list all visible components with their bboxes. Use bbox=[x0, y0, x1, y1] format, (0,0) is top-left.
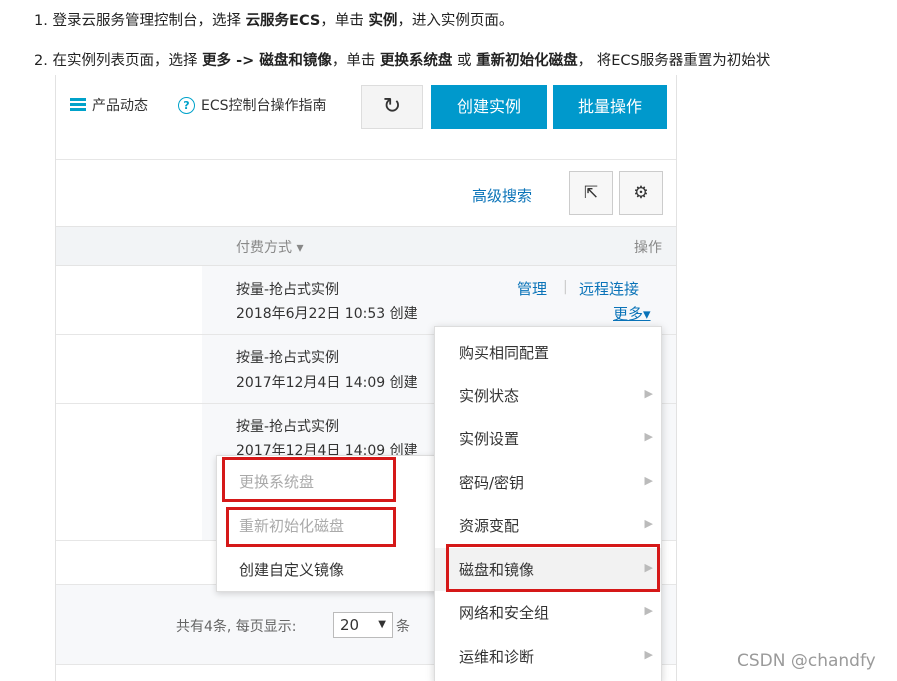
chevron-right-icon: ▶ bbox=[644, 517, 653, 530]
chevron-right-icon: ▶ bbox=[644, 387, 653, 400]
step-text: ，单击 bbox=[320, 13, 364, 29]
more-dropdown-menu: 购买相同配置 实例状态 ▶ 实例设置 ▶ 密码/密钥 ▶ 资源变配 ▶ 磁盘和镜… bbox=[434, 326, 662, 681]
payment-type: 按量-抢占式实例 bbox=[236, 419, 340, 435]
export-icon: ⇱ bbox=[583, 183, 599, 203]
list-icon bbox=[70, 98, 86, 112]
product-news-label: 产品动态 bbox=[92, 98, 148, 114]
highlight-box bbox=[222, 457, 396, 502]
row-left-cell bbox=[56, 404, 202, 540]
column-header-payment[interactable]: 付费方式 ▾ bbox=[236, 237, 303, 257]
menu-item-label: 实例状态 bbox=[459, 387, 520, 405]
chevron-right-icon: ▶ bbox=[644, 430, 653, 443]
menu-item-instance-settings[interactable]: 实例设置 ▶ bbox=[435, 417, 661, 460]
manage-link[interactable]: 管理 bbox=[517, 278, 547, 299]
chevron-right-icon: ▶ bbox=[644, 474, 653, 487]
step-text: ，进入实例页面。 bbox=[397, 13, 514, 29]
row-background bbox=[202, 266, 676, 334]
created-date: 2018年6月22日 10:53 创建 bbox=[236, 306, 418, 322]
step-keyword: 云服务ECS bbox=[245, 13, 321, 29]
column-header-action: 操作 bbox=[634, 240, 662, 256]
table-row: 按量-抢占式实例 2018年6月22日 10:53 创建 管理 | 远程连接 更… bbox=[56, 266, 676, 335]
step-keyword: 更多 -> 磁盘和镜像 bbox=[202, 53, 332, 69]
export-button[interactable]: ⇱ bbox=[569, 171, 613, 215]
pagination-suffix: 条 bbox=[396, 619, 410, 635]
menu-item-resource-change[interactable]: 资源变配 ▶ bbox=[435, 504, 661, 547]
step-text: ，单击 bbox=[331, 53, 376, 69]
menu-item-label: 实例设置 bbox=[459, 430, 520, 448]
help-icon: ? bbox=[178, 96, 195, 114]
menu-item-label: 购买相同配置 bbox=[459, 344, 550, 362]
row-left-cell bbox=[56, 266, 202, 334]
refresh-icon: ↻ bbox=[382, 94, 402, 119]
chevron-down-icon: ▼ bbox=[378, 619, 386, 630]
advanced-search-link[interactable]: 高级搜索 bbox=[472, 185, 532, 206]
watermark: CSDN @chandfy bbox=[737, 651, 876, 671]
page-size-select[interactable]: 20 ▼ bbox=[333, 612, 393, 638]
payment-type: 按量-抢占式实例 bbox=[236, 282, 340, 298]
menu-item-instance-status[interactable]: 实例状态 ▶ bbox=[435, 374, 661, 417]
step-text: 在实例列表页面，选择 bbox=[52, 53, 198, 69]
menu-item-label: 资源变配 bbox=[459, 517, 520, 535]
settings-button[interactable]: ⚙ bbox=[619, 171, 663, 215]
step-keyword: 重新初始化磁盘 bbox=[476, 53, 578, 69]
table-header: 付费方式 ▾ 操作 bbox=[56, 226, 676, 266]
product-news-link[interactable]: 产品动态 bbox=[70, 95, 148, 115]
step-number: 1. bbox=[34, 13, 48, 29]
instruction-step-1: 1. 登录云服务管理控制台，选择 云服务ECS，单击 实例，进入实例页面。 bbox=[34, 9, 513, 30]
chevron-right-icon: ▶ bbox=[644, 604, 653, 617]
step-text: 登录云服务管理控制台，选择 bbox=[52, 13, 241, 29]
ecs-console-screenshot: 产品动态 ? ECS控制台操作指南 ↻ 创建实例 批量操作 高级搜索 ⇱ ⚙ 付… bbox=[55, 75, 677, 681]
chevron-right-icon: ▶ bbox=[644, 648, 653, 661]
console-topbar: 产品动态 ? ECS控制台操作指南 ↻ 创建实例 批量操作 bbox=[56, 75, 676, 159]
instruction-step-2: 2. 在实例列表页面，选择 更多 -> 磁盘和镜像，单击 更换系统盘 或 重新初… bbox=[34, 49, 770, 70]
remote-connect-link[interactable]: 远程连接 bbox=[579, 278, 639, 299]
menu-item-label: 运维和诊断 bbox=[459, 648, 535, 666]
menu-item-label: 网络和安全组 bbox=[459, 604, 550, 622]
op-separator: | bbox=[563, 279, 568, 295]
gear-icon: ⚙ bbox=[633, 183, 649, 203]
menu-item-password-key[interactable]: 密码/密钥 ▶ bbox=[435, 461, 661, 504]
refresh-button[interactable]: ↻ bbox=[361, 85, 423, 129]
step-keyword: 实例 bbox=[368, 13, 398, 29]
step-keyword: 更换系统盘 bbox=[379, 53, 453, 69]
batch-operation-button[interactable]: 批量操作 bbox=[553, 85, 667, 129]
menu-item-label: 密码/密钥 bbox=[459, 474, 525, 492]
created-date: 2017年12月4日 14:09 创建 bbox=[236, 375, 418, 391]
menu-item-network-security[interactable]: 网络和安全组 ▶ bbox=[435, 591, 661, 634]
more-dropdown-link[interactable]: 更多▾ bbox=[613, 303, 651, 324]
step-text: 或 bbox=[457, 53, 472, 69]
create-instance-button[interactable]: 创建实例 bbox=[431, 85, 547, 129]
divider bbox=[56, 159, 676, 160]
pagination-summary: 共有4条, 每页显示: bbox=[176, 619, 297, 635]
row-left-cell bbox=[56, 335, 202, 403]
menu-item-ops-diagnosis[interactable]: 运维和诊断 ▶ bbox=[435, 635, 661, 678]
console-guide-label: ECS控制台操作指南 bbox=[201, 98, 327, 114]
highlight-box bbox=[446, 544, 660, 592]
create-custom-image-item[interactable]: 创建自定义镜像 bbox=[239, 559, 344, 580]
console-guide-link[interactable]: ? ECS控制台操作指南 bbox=[178, 95, 327, 115]
page-size-value: 20 bbox=[340, 616, 360, 634]
step-number: 2. bbox=[34, 53, 48, 69]
step-text: ， 将ECS服务器重置为初始状 bbox=[577, 53, 771, 69]
highlight-box bbox=[226, 507, 396, 547]
menu-item-buy-same-config[interactable]: 购买相同配置 bbox=[435, 331, 661, 374]
payment-type: 按量-抢占式实例 bbox=[236, 350, 340, 366]
